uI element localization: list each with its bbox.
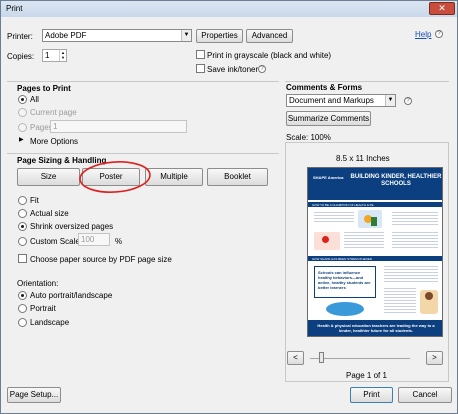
illustration <box>358 210 382 228</box>
auto-orientation-label: Auto portrait/landscape <box>30 291 113 300</box>
shrink-label: Shrink oversized pages <box>30 222 114 231</box>
footer-text: Health & physical education teachers are… <box>317 323 435 333</box>
shrink-radio[interactable] <box>18 222 27 231</box>
current-page-radio[interactable] <box>18 108 27 117</box>
landscape-radio[interactable] <box>18 318 27 327</box>
band-1-text: HOW TO BE A CHAMPION OF HEALTH & PE <box>312 203 374 207</box>
cancel-button[interactable]: Cancel <box>398 387 452 403</box>
callout-text: Schools can influence healthy behaviors—… <box>318 270 371 290</box>
copies-value: 1 <box>45 51 50 60</box>
paper-source-checkbox[interactable] <box>18 254 27 263</box>
pages-range-value: 1 <box>53 122 58 131</box>
help-icon[interactable]: ? <box>435 30 443 38</box>
summarize-comments-button[interactable]: Summarize Comments <box>286 111 371 126</box>
printer-select[interactable]: Adobe PDF ▼ <box>42 29 192 42</box>
copies-input[interactable]: 1 ▲ ▼ <box>42 49 67 62</box>
custom-scale-radio[interactable] <box>18 237 27 246</box>
hand-drawn-circle <box>79 161 151 193</box>
info-icon[interactable]: ? <box>258 65 266 73</box>
text-block <box>384 266 438 284</box>
comments-group-divider <box>285 81 449 82</box>
comments-title: Comments & Forms <box>286 83 363 92</box>
expand-arrow-icon[interactable]: ▶ <box>19 136 24 143</box>
illustration <box>420 290 438 314</box>
copies-spinner[interactable]: ▲ ▼ <box>59 50 66 61</box>
save-ink-label: Save ink/toner <box>207 65 259 74</box>
poster-band-2: HOW SHAPE HAS BEEN STRENGTHENED <box>308 256 442 261</box>
previous-page-button[interactable]: < <box>287 351 304 365</box>
page-setup-button[interactable]: Page Setup... <box>7 387 61 403</box>
sizing-group-divider <box>7 153 279 154</box>
poster-footer: Health & physical education teachers are… <box>308 320 442 336</box>
landscape-label: Landscape <box>30 318 70 327</box>
printer-label: Printer: <box>7 32 33 41</box>
printer-value: Adobe PDF <box>45 31 87 40</box>
auto-orientation-radio[interactable] <box>18 291 27 300</box>
grayscale-checkbox[interactable] <box>196 50 205 59</box>
comments-value: Document and Markups <box>289 96 374 105</box>
custom-scale-value: 100 <box>81 235 95 244</box>
grayscale-label: Print in grayscale (black and white) <box>207 51 332 60</box>
window-title: Print <box>6 4 23 13</box>
callout-box: Schools can influence healthy behaviors—… <box>314 266 376 298</box>
portrait-radio[interactable] <box>18 304 27 313</box>
chevron-down-icon: ▼ <box>385 95 395 106</box>
comments-help-icon[interactable]: ? <box>404 97 412 105</box>
text-block <box>314 212 354 224</box>
advanced-button[interactable]: Advanced <box>246 29 293 43</box>
text-block <box>392 212 438 226</box>
brand-logo: SHAPE America <box>313 175 344 180</box>
paper-source-label: Choose paper source by PDF page size <box>30 255 172 264</box>
close-button[interactable]: ✕ <box>429 2 455 15</box>
scale-label: Scale: 100% <box>286 133 331 142</box>
custom-scale-label: Custom Scale: <box>30 237 83 246</box>
print-button[interactable]: Print <box>350 387 393 403</box>
current-page-label: Current page <box>30 108 77 117</box>
all-label: All <box>30 95 39 104</box>
poster-headline: BUILDING KINDER, HEALTHIER SCHOOLS <box>350 174 442 187</box>
page-slider-track <box>310 358 410 359</box>
percent-label: % <box>115 237 123 246</box>
chevron-down-icon: ▼ <box>181 30 191 41</box>
text-block <box>392 232 438 248</box>
help-link[interactable]: Help <box>415 30 431 39</box>
booklet-tab-button[interactable]: Booklet <box>207 168 268 186</box>
page-indicator: Page 1 of 1 <box>346 371 387 380</box>
size-tab-button[interactable]: Size <box>17 168 80 186</box>
paper-size-label: 8.5 x 11 Inches <box>336 154 390 163</box>
save-ink-checkbox[interactable] <box>196 64 205 73</box>
band-2-text: HOW SHAPE HAS BEEN STRENGTHENED <box>312 257 373 261</box>
text-block <box>344 232 384 248</box>
more-options-link[interactable]: More Options <box>30 137 78 146</box>
pages-group-divider <box>7 81 279 82</box>
actual-size-radio[interactable] <box>18 209 27 218</box>
title-bar: Print ✕ <box>1 1 457 17</box>
badge <box>326 302 364 316</box>
actual-size-label: Actual size <box>30 209 69 218</box>
poster-band-1: HOW TO BE A CHAMPION OF HEALTH & PE <box>308 202 442 207</box>
multiple-tab-button[interactable]: Multiple <box>145 168 203 186</box>
page-slider-thumb[interactable] <box>319 352 324 363</box>
orientation-title: Orientation: <box>17 279 59 288</box>
next-page-button[interactable]: > <box>426 351 443 365</box>
properties-button[interactable]: Properties <box>196 29 243 43</box>
comments-select[interactable]: Document and Markups ▼ <box>286 94 396 107</box>
all-radio[interactable] <box>18 95 27 104</box>
copies-label: Copies: <box>7 52 35 61</box>
pages-radio[interactable] <box>18 123 27 132</box>
illustration <box>314 232 340 250</box>
text-block <box>384 288 416 314</box>
portrait-label: Portrait <box>30 304 56 313</box>
page-preview: SHAPE America BUILDING KINDER, HEALTHIER… <box>307 167 443 337</box>
custom-scale-input[interactable]: 100 <box>78 233 110 246</box>
print-dialog: Print ✕ Printer: Adobe PDF ▼ Properties … <box>0 0 458 414</box>
fit-radio[interactable] <box>18 196 27 205</box>
fit-label: Fit <box>30 196 39 205</box>
pages-title: Pages to Print <box>17 84 71 93</box>
pages-range-input[interactable]: 1 <box>50 120 187 133</box>
